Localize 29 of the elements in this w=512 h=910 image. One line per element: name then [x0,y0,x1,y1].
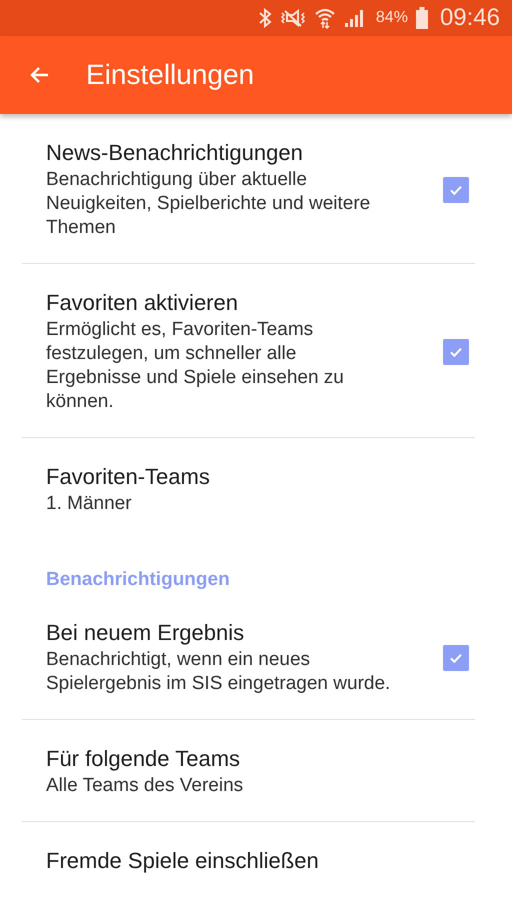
category-header: Benachrichtigungen [45,568,231,592]
bluetooth-icon [258,8,272,28]
settings-item[interactable]: Favoriten aktivieren Ermöglicht es, Favoriten-Teams festzulegen, um schneller alle Ergebnisse und Spiele einsehen zu können. [22,264,475,438]
checkbox[interactable] [443,645,469,671]
wifi-icon [314,7,336,29]
settings-item[interactable]: Favoriten-Teams 1. Männer [22,438,475,539]
settings-item[interactable]: Bei neuem Ergebnis Benachrichtigt, wenn ein neues Spielergebnis im SIS eingetragen wurde. [22,594,475,720]
setting-summary: Ermöglicht es, Favoriten-Teams festzulegen, um schneller alle Ergebnisse und Spiele einsehen zu können. [46,318,345,414]
checkbox[interactable] [443,177,469,203]
setting-title: Favoriten-Teams [46,464,211,490]
toolbar-title: Einstellungen [86,59,254,91]
status-time: 09:46 [440,4,500,32]
setting-title: Bei neuem Ergebnis [46,620,246,646]
signal-icon [344,8,366,28]
checkbox[interactable] [443,339,469,365]
battery-percent: 84% [376,9,408,27]
setting-title: News-Benachrichtigungen [46,140,304,166]
battery-icon [416,7,428,29]
setting-summary: 1. Männer [46,492,133,516]
setting-summary: Benachrichtigung über aktuelle Neuigkeiten, Spielberichte und weitere Themen [46,168,372,240]
settings-item[interactable]: Für folgende Teams Alle Teams des Vereins [22,720,475,822]
setting-title: Favoriten aktivieren [46,290,239,316]
vibrate-icon [280,8,306,28]
setting-title: Fremde Spiele einschließen [46,848,320,874]
settings-item[interactable]: News-Benachrichtigungen Benachrichtigung über aktuelle Neuigkeiten, Spielberichte und weitere Themen [22,114,475,264]
settings-item[interactable]: Fremde Spiele einschließen [22,822,475,897]
setting-title: Für folgende Teams [46,746,242,772]
setting-summary: Alle Teams des Vereins [46,774,244,798]
setting-summary: Benachrichtigt, wenn ein neues Spielergebnis im SIS eingetragen wurde. [46,648,391,696]
